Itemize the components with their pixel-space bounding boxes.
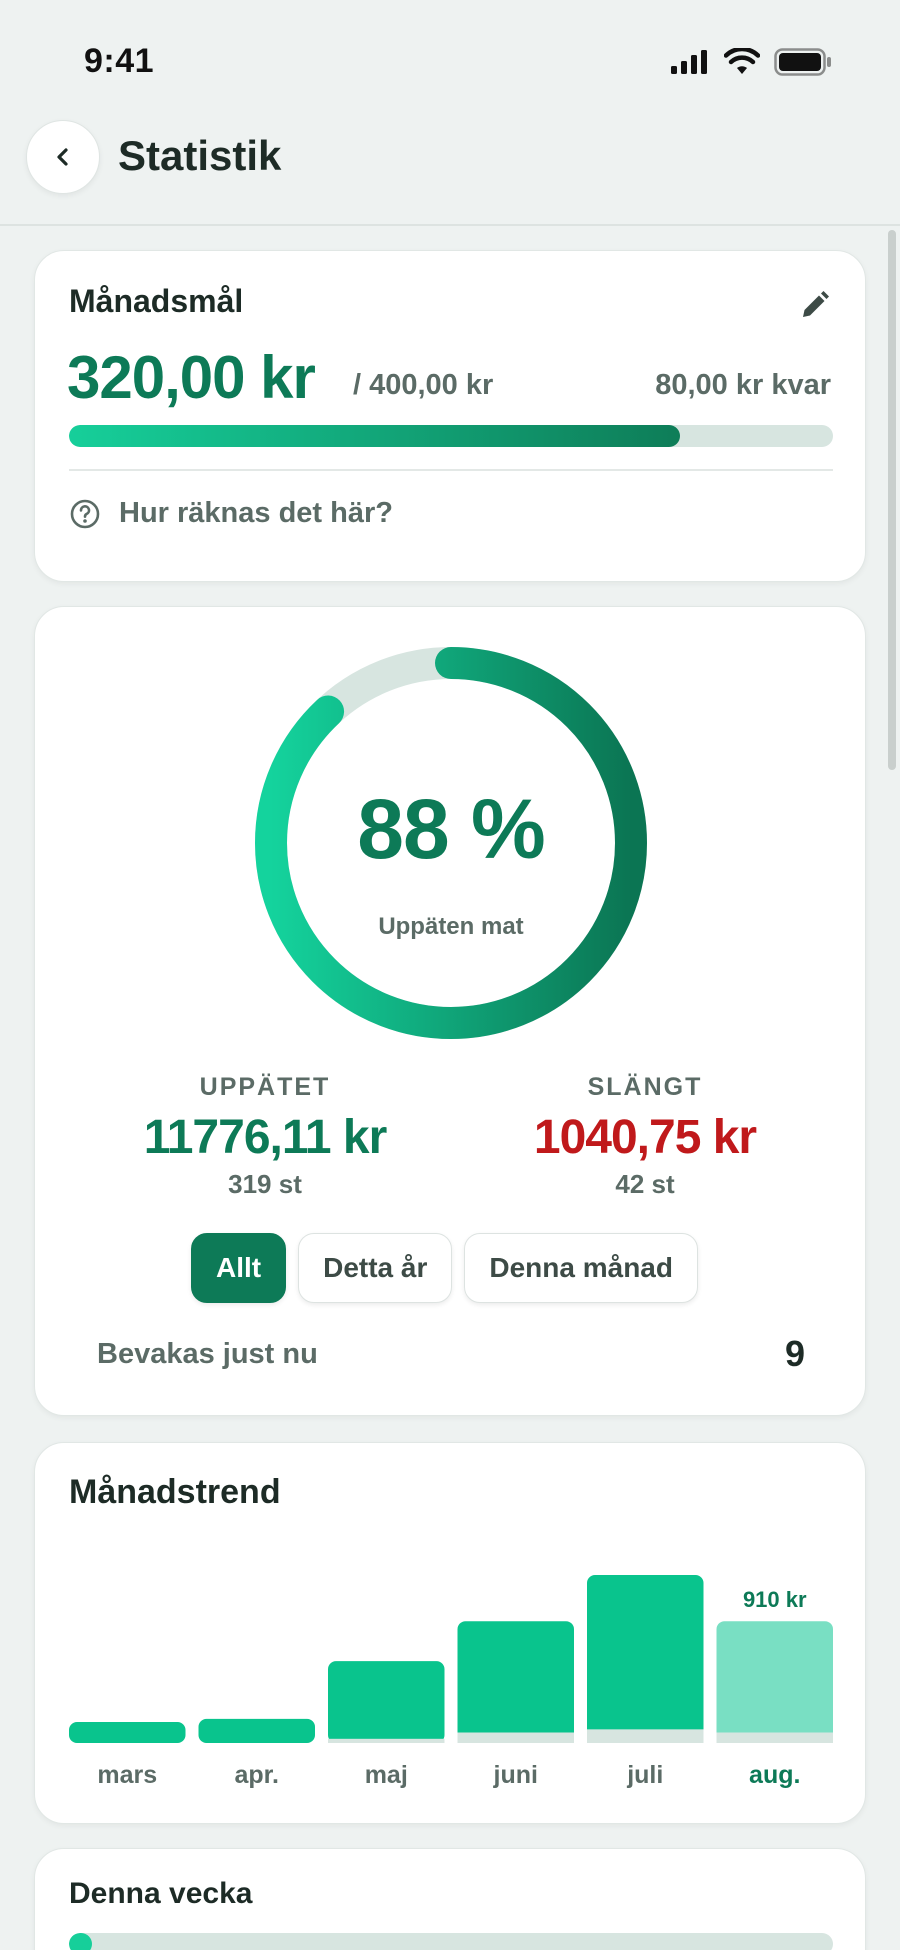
eaten-percentage-label: Uppäten mat [378,913,524,940]
wasted-heading: SLÄNGT [587,1073,703,1101]
status-time: 9:41 [84,42,155,80]
help-link[interactable]: Hur räknas det här? [69,497,393,530]
week-title: Denna vecka [69,1877,253,1910]
chevron-left-icon [57,148,68,166]
signal-icon [671,50,707,74]
bar-aug[interactable] [716,1621,834,1743]
goal-remaining: 80,00 kr kvar [655,369,831,401]
wasted-amount: 1040,75 kr [533,1111,757,1164]
eaten-stat: UPPÄTET 11776,11 kr 319 st [85,1073,445,1200]
monthly-goal-card: Månadsmål 320,00 kr / 400,00 kr 80,00 kr… [34,250,866,582]
bar-value-label: 910 kr [743,1587,807,1612]
help-label: Hur räknas det här? [119,497,393,529]
status-bar: 9:41 [0,0,900,110]
eaten-count: 319 st [228,1169,302,1199]
bar-base-juni [457,1732,574,1743]
page-title: Statistik [118,132,282,179]
goal-progress-bar [69,425,833,447]
filter-all[interactable]: Allt [191,1233,287,1303]
eaten-stats-card: 88 % Uppäten mat UPPÄTET 11776,11 kr 319… [34,606,866,1416]
filter-this-year[interactable]: Detta år [298,1233,453,1303]
eaten-percentage-ring: 88 % Uppäten mat [251,643,651,1043]
bar-base-aug [716,1732,833,1743]
question-circle-icon [70,499,100,528]
bar-juni[interactable] [457,1621,575,1743]
trend-title: Månadstrend [69,1473,281,1511]
status-icons [670,48,832,76]
battery-icon [774,48,831,76]
goal-current-amount: 320,00 kr [67,344,316,411]
watching-row[interactable]: Bevakas just nu 9 [97,1333,805,1375]
goal-progress-fill [69,425,681,447]
watching-count: 9 [784,1333,805,1374]
filter-this-month[interactable]: Denna månad [464,1233,698,1303]
wifi-icon [724,48,760,74]
bar-juli[interactable] [587,1575,704,1743]
navigation-bar: Statistik [0,110,900,226]
month-label: apr. [235,1761,279,1789]
week-progress-fill [69,1933,92,1950]
bar-base-juli [587,1729,704,1743]
goal-title: Månadsmål [69,283,244,319]
week-progress-bar [69,1933,833,1950]
eaten-percentage: 88 % [357,782,545,876]
month-label: aug. [749,1761,800,1789]
edit-goal-button[interactable] [797,289,831,323]
watching-label: Bevakas just nu [97,1337,318,1370]
eaten-heading: UPPÄTET [199,1073,331,1101]
back-button[interactable] [26,120,100,194]
pencil-icon [803,291,829,317]
bar-base-maj [328,1738,445,1743]
month-label: juli [626,1761,663,1789]
monthly-trend-card: mars apr. maj juni juli aug. 910 kr Månadstren… [34,1442,866,1824]
wasted-count: 42 st [615,1169,675,1199]
divider [69,469,833,471]
goal-target-amount: / 400,00 kr [353,369,494,401]
this-week-card: Denna vecka [34,1848,866,1950]
month-label: juni [493,1761,538,1789]
wasted-stat: SLÄNGT 1040,75 kr 42 st [465,1073,825,1200]
eaten-amount: 11776,11 kr [143,1111,388,1164]
period-filter: Allt Detta år Denna månad [191,1233,698,1303]
bar-mars[interactable] [69,1722,186,1743]
bar-apr[interactable] [198,1718,316,1743]
scrollbar[interactable] [888,230,896,770]
month-label: mars [97,1761,157,1789]
month-label: maj [365,1761,408,1789]
bar-maj[interactable] [328,1661,445,1743]
